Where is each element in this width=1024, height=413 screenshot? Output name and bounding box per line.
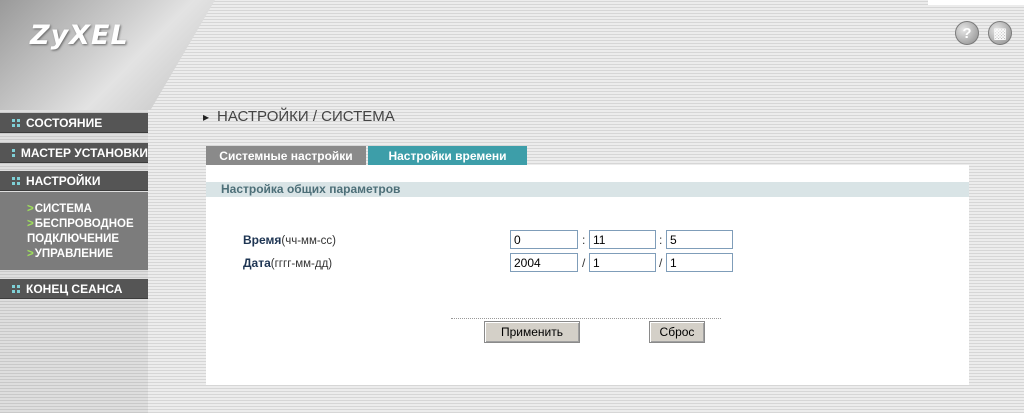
day-input[interactable] [666, 253, 733, 272]
sidebar-item-label: МАСТЕР УСТАНОВКИ [20, 145, 148, 160]
time-label: Время(чч-мм-сс) [243, 233, 337, 247]
tab-time-settings[interactable]: Настройки времени [368, 146, 527, 165]
time-separator: : [659, 233, 663, 247]
year-input[interactable] [510, 253, 578, 272]
page-title-text: НАСТРОЙКИ / СИСТЕМА [217, 108, 395, 125]
sidebar-item-settings[interactable]: НАСТРОЙКИ [0, 171, 148, 191]
page-title: ▸ НАСТРОЙКИ / СИСТЕМА [203, 108, 395, 125]
zyxel-logo: ZyXEL [30, 20, 129, 51]
document-icon[interactable]: ▩ [988, 21, 1012, 45]
bullet-icon [12, 148, 15, 157]
logo-banner [0, 0, 215, 110]
second-input[interactable] [666, 230, 733, 249]
sidebar-item-label: НАСТРОЙКИ [26, 173, 101, 188]
sidebar-item-status[interactable]: СОСТОЯНИЕ [0, 113, 148, 133]
apply-button[interactable]: Применить [484, 321, 580, 343]
bullet-icon [12, 284, 20, 293]
minute-input[interactable] [589, 230, 656, 249]
arrow-icon: > [27, 248, 34, 260]
settings-submenu: >СИСТЕМА >БЕСПРОВОДНОЕ ПОДКЛЮЧЕНИЕ >УПРАВ… [0, 192, 148, 270]
date-separator: / [582, 256, 586, 270]
top-right-bar [928, 0, 1024, 5]
help-icon[interactable]: ? [955, 21, 979, 45]
bullet-icon [12, 118, 20, 127]
sidebar-item-setup-wizard[interactable]: МАСТЕР УСТАНОВКИ [0, 143, 148, 163]
title-arrow-icon: ▸ [203, 109, 210, 124]
tab-system-settings[interactable]: Системные настройки [206, 146, 366, 165]
hour-input[interactable] [510, 230, 578, 249]
date-separator: / [659, 256, 663, 270]
month-input[interactable] [589, 253, 656, 272]
sidebar-item-logout[interactable]: КОНЕЦ СЕАНСА [0, 279, 148, 299]
section-header: Настройка общих параметров [206, 182, 969, 197]
arrow-icon: > [27, 203, 34, 215]
arrow-icon: > [27, 218, 34, 230]
divider [451, 318, 721, 319]
submenu-item-wireless[interactable]: >БЕСПРОВОДНОЕ ПОДКЛЮЧЕНИЕ [27, 217, 148, 247]
time-separator: : [582, 233, 586, 247]
date-label: Дата(гггг-мм-дд) [243, 256, 333, 270]
bullet-icon [12, 176, 20, 185]
sidebar-item-label: КОНЕЦ СЕАНСА [26, 281, 123, 296]
submenu-item-system[interactable]: >СИСТЕМА [27, 202, 148, 217]
sidebar-item-label: СОСТОЯНИЕ [26, 115, 103, 130]
settings-panel: Настройка общих параметров Время(чч-мм-с… [206, 165, 969, 385]
reset-button[interactable]: Сброс [649, 321, 705, 343]
submenu-item-management[interactable]: >УПРАВЛЕНИЕ [27, 247, 148, 262]
